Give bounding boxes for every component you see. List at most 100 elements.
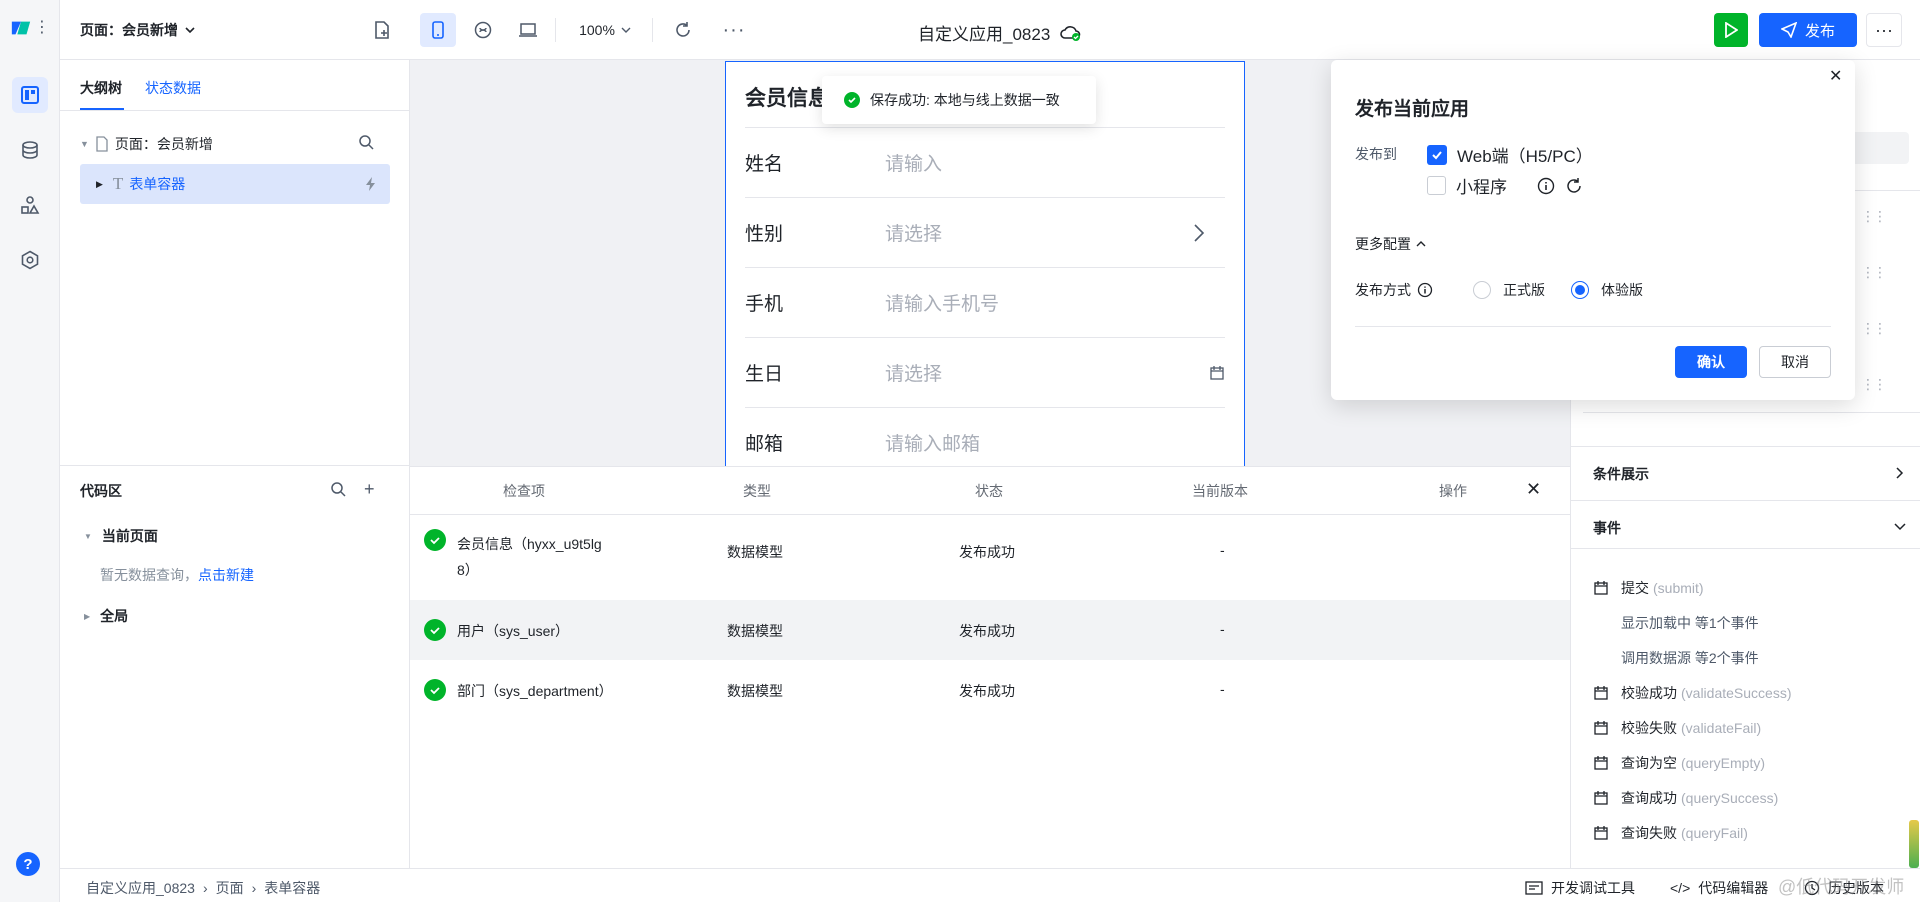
dev-tools-button[interactable]: 开发调试工具 [1525, 878, 1635, 898]
cloud-saved-icon [1060, 25, 1081, 41]
target-miniprogram-checkbox[interactable]: 小程序 [1427, 173, 1583, 198]
pc-view-button[interactable] [510, 13, 546, 47]
section-events-title[interactable]: 事件 [1593, 518, 1621, 538]
method-trial-radio[interactable]: 体验版 [1571, 280, 1643, 300]
code-editor-button[interactable]: </> 代码编辑器 [1670, 878, 1768, 898]
form-field-phone[interactable]: 手机 请输入手机号 [745, 267, 1225, 337]
close-panel-button[interactable]: ✕ [1526, 479, 1541, 500]
scrollbar-thumb[interactable] [1909, 820, 1919, 868]
method-label: 发布方式 [1355, 282, 1411, 298]
info-icon[interactable] [1417, 282, 1433, 298]
form-field-email[interactable]: 邮箱 请输入邮箱 [745, 407, 1225, 466]
tab-outline[interactable]: 大纲树 [80, 78, 122, 98]
event-validate-success[interactable]: 校验成功 (validateSuccess) [1593, 683, 1792, 703]
help-icon[interactable]: ? [16, 852, 40, 876]
divider [1355, 326, 1831, 327]
laptop-icon [519, 23, 537, 37]
divider [60, 110, 410, 111]
create-query-link[interactable]: 点击新建 [198, 567, 254, 583]
tree-node-form-container[interactable]: ▶ T 表单容器 [80, 164, 390, 204]
rail-data-button[interactable] [12, 132, 48, 168]
confirm-button[interactable]: 确认 [1675, 346, 1747, 378]
file-icon [96, 136, 108, 152]
field-label: 性别 [745, 224, 784, 245]
form-field-gender[interactable]: 性别 请选择 [745, 197, 1225, 267]
rail-outline-button[interactable] [12, 77, 48, 113]
add-page-button[interactable] [372, 20, 392, 43]
chevron-right-icon [1194, 223, 1205, 242]
tree-search-button[interactable] [358, 134, 374, 153]
publish-to-label: 发布到 [1355, 146, 1397, 162]
chevron-down-icon[interactable] [1893, 522, 1907, 532]
preview-button[interactable] [1714, 13, 1748, 47]
calendar-icon [1210, 365, 1224, 380]
event-query-empty[interactable]: 查询为空 (queryEmpty) [1593, 753, 1765, 773]
more-actions-button[interactable]: ··· [1866, 13, 1902, 47]
code-search-button[interactable] [330, 481, 346, 500]
event-key: (validateFail) [1681, 720, 1762, 736]
more-config-toggle[interactable]: 更多配置 [1355, 234, 1427, 254]
more-config-label: 更多配置 [1355, 236, 1411, 252]
divider [1571, 500, 1920, 501]
method-formal-radio[interactable]: 正式版 [1473, 280, 1545, 300]
section-condition-title[interactable]: 条件展示 [1593, 464, 1649, 484]
event-name: 查询成功 [1621, 790, 1677, 806]
form-field-birthday[interactable]: 生日 请选择 [745, 337, 1225, 407]
table-row: 用户（sys_user） 数据模型 发布成功 - [410, 600, 1570, 660]
caret-down-icon: ▼ [80, 139, 89, 149]
rail-settings-button[interactable] [12, 242, 48, 278]
search-icon [359, 135, 374, 150]
event-validate-fail[interactable]: 校验失败 (validateFail) [1593, 718, 1761, 738]
miniprogram-view-button[interactable] [465, 13, 501, 47]
event-query-success[interactable]: 查询成功 (querySuccess) [1593, 788, 1778, 808]
zoom-select[interactable]: 100% [570, 13, 640, 47]
add-query-button[interactable]: + [364, 479, 375, 500]
chevron-right-icon[interactable] [1895, 466, 1905, 480]
form-field-name[interactable]: 姓名 请输入 [745, 127, 1225, 197]
event-action-summary[interactable]: 显示加载中 等1个事件 [1621, 613, 1759, 633]
tab-state-data[interactable]: 状态数据 [145, 78, 201, 98]
tree-node-page[interactable]: ▼ 页面：会员新增 [80, 134, 213, 154]
column-header: 状态 [975, 483, 1003, 499]
refresh-button[interactable] [665, 13, 701, 47]
code-panel: 代码区 + ▼ 当前页面 暂无数据查询，点击新建 ▶ 全局 [60, 466, 410, 868]
publish-check-panel: 检查项 类型 状态 当前版本 操作 ✕ 会员信息（hyxx_u9t5lg 8） 数… [410, 466, 1570, 868]
app-logo[interactable]: ⋮ [10, 16, 50, 40]
more-button[interactable]: ··· [716, 13, 752, 47]
watermark: @低代码开发师 [1778, 877, 1905, 897]
drag-handle-icon[interactable]: ⋮⋮ [1861, 264, 1887, 281]
breadcrumb-item[interactable]: 表单容器 [264, 878, 320, 898]
event-name: 提交 [1621, 580, 1649, 596]
target-label: 小程序 [1456, 178, 1507, 197]
event-submit[interactable]: 提交 (submit) [1593, 578, 1704, 598]
page-selector[interactable]: 页面：会员新增 [80, 20, 196, 40]
current-page-group[interactable]: ▼ 当前页面 [84, 526, 158, 546]
event-query-fail[interactable]: 查询失败 (queryFail) [1593, 823, 1748, 843]
info-icon[interactable] [1537, 177, 1555, 195]
checkbox-checked-icon [1427, 144, 1447, 165]
publish-button[interactable]: 发布 [1759, 13, 1857, 47]
app-title: 自定义应用_0823 [918, 25, 1051, 44]
layout-icon [21, 86, 39, 104]
cancel-button[interactable]: 取消 [1759, 346, 1831, 378]
refresh-icon[interactable] [1565, 177, 1583, 195]
mobile-view-button[interactable] [420, 13, 456, 47]
divider [1571, 548, 1920, 549]
global-group[interactable]: ▶ 全局 [84, 606, 128, 626]
breadcrumb-item[interactable]: 自定义应用_0823 [86, 878, 195, 898]
close-popover-button[interactable]: ✕ [1829, 66, 1842, 86]
caret-right-icon: ▶ [84, 611, 91, 621]
drag-handle-icon[interactable]: ⋮⋮ [1861, 376, 1887, 393]
calendar-icon [1594, 791, 1608, 805]
event-action-summary[interactable]: 调用数据源 等2个事件 [1621, 648, 1759, 668]
check-item: 部门（sys_department） [457, 683, 613, 699]
drag-handle-icon[interactable]: ⋮⋮ [1861, 320, 1887, 337]
breadcrumb-item[interactable]: 页面 [216, 878, 244, 898]
more-vertical-icon[interactable]: ⋮ [34, 20, 50, 36]
target-web-checkbox[interactable]: Web端（H5/PC） [1427, 142, 1593, 167]
event-key: (querySuccess) [1681, 790, 1779, 806]
divider [652, 18, 653, 42]
drag-handle-icon[interactable]: ⋮⋮ [1861, 208, 1887, 225]
components-icon [21, 196, 40, 214]
rail-components-button[interactable] [12, 187, 48, 223]
